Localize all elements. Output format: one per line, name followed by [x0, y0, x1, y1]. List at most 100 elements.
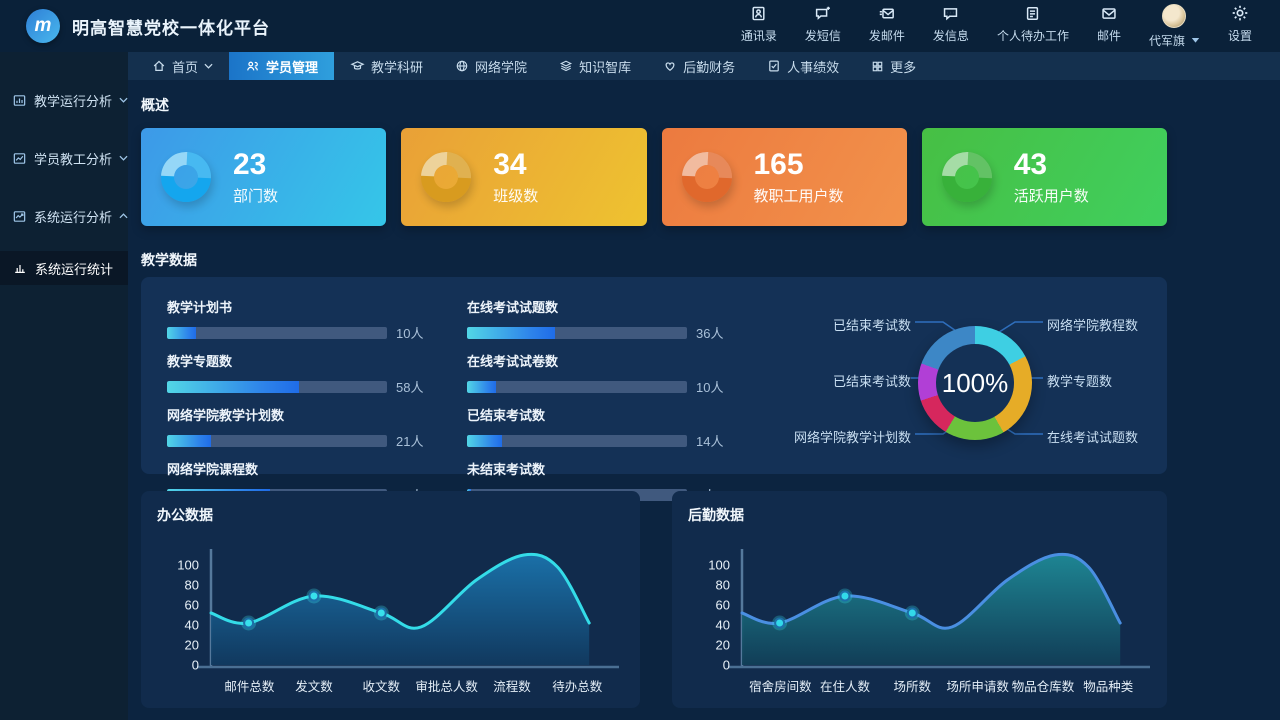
bar-label: 网络学院教学计划数: [167, 405, 429, 424]
ring-graphic: [421, 152, 471, 202]
tab-logistics-finance[interactable]: 后勤财务: [647, 52, 751, 80]
bar-item: 在线考试试题数 36人: [467, 297, 729, 342]
bar-label: 教学专题数: [167, 351, 429, 370]
sidebar-item-system-stats[interactable]: 系统运行统计: [0, 251, 128, 285]
tab-home[interactable]: 首页: [136, 52, 229, 80]
donut-center-value: 100%: [918, 326, 1032, 440]
bar-value: 10人: [696, 377, 723, 396]
svg-text:0: 0: [723, 658, 730, 673]
svg-text:场所申请数: 场所申请数: [946, 679, 1009, 694]
sidebar-item-teaching-analysis[interactable]: 教学运行分析: [0, 86, 128, 114]
bar-fill: [467, 327, 555, 339]
bars-column-left: 教学计划书 10人 教学专题数 58人 网络学院教学计划数 21人 网络学院: [167, 297, 467, 513]
stat-card-classes: 34 班级数: [401, 128, 646, 226]
tab-label: 人事绩效: [787, 57, 839, 76]
todo-button[interactable]: 个人待办工作: [997, 4, 1069, 44]
svg-text:60: 60: [716, 598, 730, 613]
donut-label: 在线考试试题数: [1047, 427, 1138, 446]
mail-button[interactable]: 邮件: [1097, 4, 1121, 44]
tab-label: 首页: [172, 57, 198, 76]
globe-icon: [455, 59, 469, 73]
header-action-label: 发短信: [805, 27, 841, 44]
user-menu[interactable]: 代军旗: [1149, 4, 1200, 49]
sidebar-item-label: 系统运行统计: [35, 259, 113, 278]
header-action-label: 发信息: [933, 27, 969, 44]
bar-item: 在线考试试卷数 10人: [467, 351, 729, 396]
bar-chart-icon: [12, 93, 27, 108]
stat-value: 43: [1014, 149, 1089, 181]
svg-text:物品仓库数: 物品仓库数: [1012, 679, 1075, 694]
svg-text:20: 20: [716, 638, 730, 653]
header-action-label: 通讯录: [741, 27, 777, 44]
ring-graphic: [942, 152, 992, 202]
donut-label: 网络学院教学计划数: [794, 427, 911, 446]
sidebar-item-label: 系统运行分析: [34, 207, 112, 226]
stat-label: 部门数: [233, 185, 278, 206]
stat-value: 165: [754, 149, 844, 181]
message-button[interactable]: 发信息: [933, 4, 969, 44]
histogram-icon: [13, 261, 27, 275]
bar-label: 在线考试试题数: [467, 297, 729, 316]
chevron-up-icon: [119, 213, 128, 219]
bar-label: 网络学院课程数: [167, 459, 429, 478]
stat-value: 23: [233, 149, 278, 181]
home-icon: [152, 59, 166, 73]
bar-fill: [167, 327, 196, 339]
tab-hr-performance[interactable]: 人事绩效: [751, 52, 855, 80]
bar-track: [467, 327, 687, 339]
svg-text:流程数: 流程数: [493, 679, 531, 694]
sms-icon: [814, 4, 832, 23]
section-title-teaching: 教学数据: [141, 250, 1167, 270]
doc-check-icon: [767, 59, 781, 73]
section-title-overview: 概述: [141, 95, 1167, 115]
svg-text:待办总数: 待办总数: [552, 679, 603, 694]
bar-value: 21人: [396, 431, 423, 450]
tab-more[interactable]: 更多: [855, 52, 932, 80]
svg-text:宿舍房间数: 宿舍房间数: [749, 679, 812, 694]
sidebar-item-label: 学员教工分析: [34, 149, 112, 168]
stat-label: 班级数: [493, 185, 538, 206]
svg-text:场所数: 场所数: [894, 679, 932, 694]
bar-item: 教学专题数 58人: [167, 351, 429, 396]
tab-online-college[interactable]: 网络学院: [439, 52, 543, 80]
message-icon: [942, 4, 959, 23]
svg-text:发文数: 发文数: [295, 679, 333, 694]
header-actions: 通讯录 发短信 发邮件 发信息 个人待办工作: [741, 4, 1252, 49]
svg-text:20: 20: [185, 638, 199, 653]
app-logo[interactable]: m: [26, 9, 60, 43]
tab-knowledge-base[interactable]: 知识智库: [543, 52, 647, 80]
stat-label: 教职工用户数: [754, 185, 844, 206]
tab-teaching-research[interactable]: 教学科研: [334, 52, 439, 80]
bar-track: [467, 381, 687, 393]
bar-value: 10人: [396, 323, 423, 342]
office-data-panel: 办公数据 020406080100邮件总数发文数收文数审批总人数流程数待办总数: [141, 491, 640, 708]
settings-button[interactable]: 设置: [1228, 4, 1252, 44]
main-content: 概述 23 部门数 34 班级数: [128, 80, 1280, 720]
bar-item: 网络学院教学计划数 21人: [167, 405, 429, 450]
bar-value: 58人: [396, 377, 423, 396]
bar-track: [467, 435, 687, 447]
svg-text:0: 0: [192, 658, 199, 673]
chevron-down-icon: [119, 97, 128, 103]
avatar: [1162, 4, 1186, 28]
users-icon: [245, 59, 260, 73]
tab-student-management[interactable]: 学员管理: [229, 52, 334, 80]
bar-fill: [467, 381, 496, 393]
svg-text:80: 80: [716, 578, 730, 593]
bar-fill: [167, 435, 211, 447]
logistics-data-panel: 后勤数据 020406080100宿舍房间数在住人数场所数场所申请数物品仓库数物…: [672, 491, 1167, 708]
send-mail-button[interactable]: 发邮件: [869, 4, 905, 44]
trend-chart-icon: [12, 209, 27, 224]
bars-column-right: 在线考试试题数 36人 在线考试试卷数 10人 已结束考试数 14人 未结束: [467, 297, 785, 513]
sidebar-item-label: 教学运行分析: [34, 91, 112, 110]
sidebar-item-student-staff-analysis[interactable]: 学员教工分析: [0, 144, 128, 172]
contacts-button[interactable]: 通讯录: [741, 4, 777, 44]
stat-card-departments: 23 部门数: [141, 128, 386, 226]
svg-text:60: 60: [185, 598, 199, 613]
sms-button[interactable]: 发短信: [805, 4, 841, 44]
svg-text:40: 40: [716, 618, 730, 633]
user-name: 代军旗: [1149, 32, 1185, 49]
stat-label: 活跃用户数: [1014, 185, 1089, 206]
svg-text:40: 40: [185, 618, 199, 633]
sidebar-item-system-analysis[interactable]: 系统运行分析: [0, 202, 128, 230]
